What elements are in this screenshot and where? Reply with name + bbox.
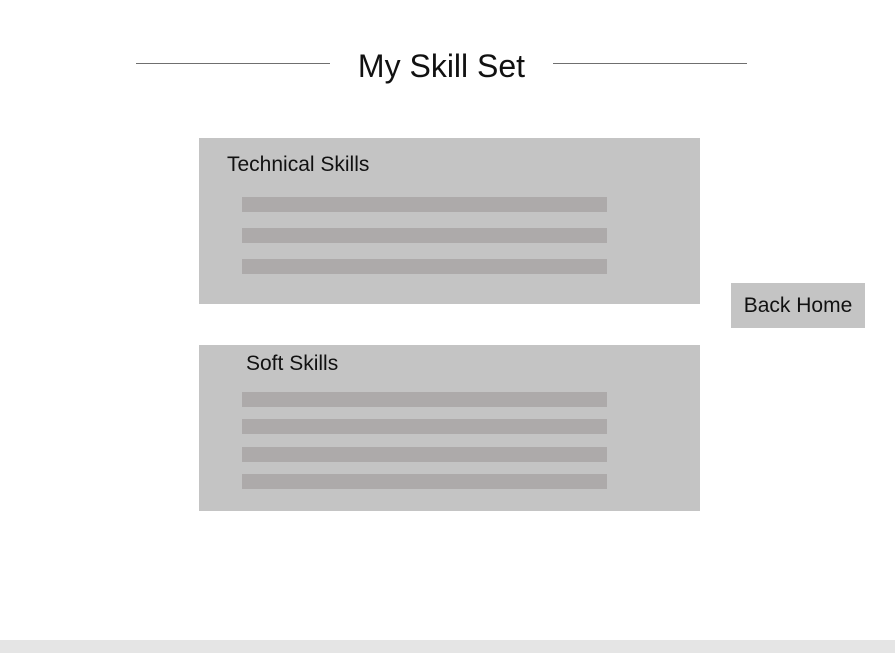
page-title: My Skill Set <box>357 48 526 84</box>
technical-skill-placeholder-bar <box>242 259 607 274</box>
technical-skills-card: Technical Skills <box>199 138 700 304</box>
soft-skill-placeholder-bar <box>242 419 607 434</box>
soft-skills-title: Soft Skills <box>246 352 339 375</box>
technical-skill-placeholder-bar <box>242 228 607 243</box>
technical-skills-title: Technical Skills <box>227 153 370 176</box>
back-home-button[interactable]: Back Home <box>731 283 865 328</box>
soft-skills-card: Soft Skills <box>199 345 700 511</box>
title-divider-right <box>553 63 747 64</box>
title-divider-left <box>136 63 330 64</box>
technical-skill-placeholder-bar <box>242 197 607 212</box>
soft-skill-placeholder-bar <box>242 474 607 489</box>
soft-skill-placeholder-bar <box>242 447 607 462</box>
soft-skill-placeholder-bar <box>242 392 607 407</box>
footer-strip <box>0 640 895 653</box>
